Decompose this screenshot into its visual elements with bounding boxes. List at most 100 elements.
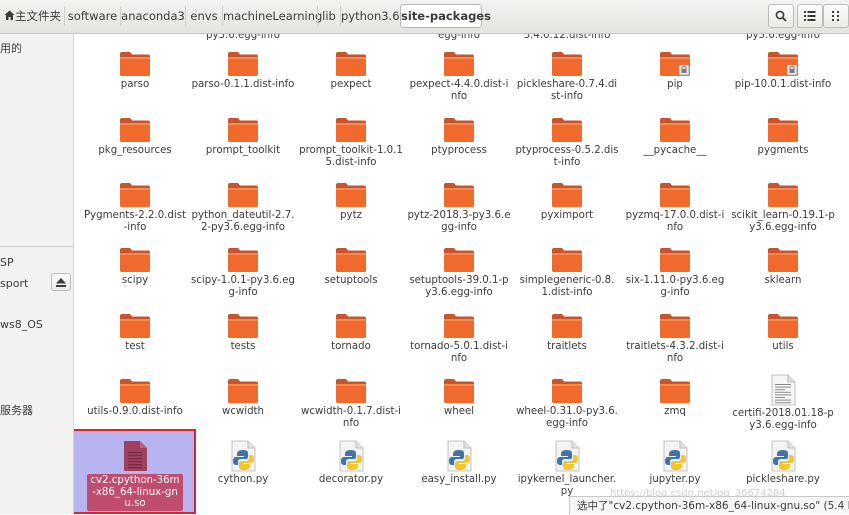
file-label: ptyprocess [431, 145, 487, 156]
sidebar-item-1[interactable]: 用的 [0, 40, 22, 56]
breadcrumb-site-packages[interactable]: site-packages [400, 4, 491, 28]
breadcrumb-machinelearning[interactable]: machineLearning [223, 4, 322, 28]
folder-item[interactable]: traitlets [515, 313, 619, 353]
folder-item[interactable]: tornado [299, 313, 403, 353]
breadcrumb-home[interactable]: 主文件夹 [0, 4, 64, 28]
file-item[interactable]: easy_install.py [407, 440, 511, 486]
folder-item[interactable]: utils [731, 313, 835, 353]
view-toggle-button[interactable] [797, 4, 823, 28]
breadcrumb-python36[interactable]: python3.6 [341, 4, 400, 28]
file-item[interactable]: certifi-2018.01.18-py3.6.egg-info [731, 374, 835, 431]
folder-item[interactable]: pyzmq-17.0.0.dist-info [623, 182, 727, 233]
folder-item[interactable]: pexpect-4.4.0.dist-info [407, 51, 511, 102]
file-label: pyzmq-17.0.0.dist-info [625, 210, 725, 233]
folder-icon [83, 378, 187, 404]
file-label: pexpect [330, 79, 372, 90]
search-button[interactable] [768, 4, 794, 28]
folder-item[interactable]: ptyprocess [407, 117, 511, 157]
folder-item[interactable]: pip-10.0.1.dist-info [731, 51, 835, 91]
file-label: wheel [443, 406, 475, 417]
file-grid: py3.6.egg-info egg-info 3.4.0.12.dist-info… [74, 34, 849, 514]
file-item[interactable]: pickleshare.py [731, 440, 835, 486]
folder-item[interactable]: simplegeneric-0.8.1.dist-info [515, 247, 619, 298]
sidebar-item-2[interactable]: SP [0, 256, 14, 269]
eject-button[interactable] [51, 273, 71, 291]
file-label: traitlets [547, 341, 587, 352]
file-label: scipy [121, 275, 149, 286]
sidebar-item-3[interactable]: sport [0, 277, 28, 290]
folder-item[interactable]: pexpect [299, 51, 403, 91]
folder-item[interactable]: setuptools [299, 247, 403, 287]
partial-item-label[interactable]: egg-info [407, 34, 511, 42]
folder-icon [623, 117, 727, 143]
folder-item[interactable]: test [83, 313, 187, 353]
file-label: traitlets-4.3.2.dist-info [626, 341, 724, 364]
file-label: wheel-0.31.0-py3.6.egg-info [516, 406, 618, 429]
sidebar-item-4[interactable]: ws8_OS [0, 318, 43, 331]
folder-item[interactable]: Pygments-2.2.0.dist-info [83, 182, 187, 233]
sidebar-item-5[interactable]: 服务器 [0, 402, 33, 418]
folder-item[interactable]: scipy [83, 247, 187, 287]
file-item[interactable]: ipykernel_launcher.py [515, 440, 619, 497]
file-item[interactable]: decorator.py [299, 440, 403, 486]
file-label: pickleshare-0.7.4.dist-info [516, 79, 618, 102]
file-label: prompt_toolkit-1.0.15.dist-info [299, 145, 403, 168]
folder-icon [407, 182, 511, 208]
file-label: setuptools [324, 275, 378, 286]
partial-item-label[interactable]: 3.4.0.12.dist-info [515, 34, 619, 42]
folder-item[interactable]: wcwidth-0.1.7.dist-info [299, 378, 403, 429]
folder-item[interactable]: ptyprocess-0.5.2.dist-info [515, 117, 619, 168]
folder-icon [623, 313, 727, 339]
file-label: Pygments-2.2.0.dist-info [83, 210, 187, 233]
folder-item[interactable]: tornado-5.0.1.dist-info [407, 313, 511, 364]
file-label: ptyprocess-0.5.2.dist-info [515, 145, 619, 168]
folder-item[interactable]: scikit_learn-0.19.1-py3.6.egg-info [731, 182, 835, 233]
folder-icon [191, 51, 295, 77]
folder-item[interactable]: pytz-2018.3-py3.6.egg-info [407, 182, 511, 233]
folder-item[interactable]: wheel-0.31.0-py3.6.egg-info [515, 378, 619, 429]
folder-item[interactable]: utils-0.9.0.dist-info [83, 378, 187, 418]
folder-item[interactable]: zmq [623, 378, 727, 418]
breadcrumb-lib[interactable]: lib [318, 4, 340, 28]
folder-icon [515, 247, 619, 273]
folder-item[interactable]: pyximport [515, 182, 619, 222]
file-label: certifi-2018.01.18-py3.6.egg-info [732, 408, 834, 431]
folder-item[interactable]: six-1.11.0-py3.6.egg-info [623, 247, 727, 298]
folder-item[interactable]: python_dateutil-2.7.2-py3.6.egg-info [191, 182, 295, 233]
file-label: sklearn [764, 275, 802, 286]
partial-item-label[interactable]: py3.6.egg-info [731, 34, 835, 42]
file-item[interactable]: cython.py [191, 440, 295, 486]
folder-item[interactable]: scipy-1.0.1-py3.6.egg-info [191, 247, 295, 298]
file-label: ipykernel_launcher.py [517, 474, 617, 497]
folder-icon [83, 247, 187, 273]
folder-item[interactable]: pkg_resources [83, 117, 187, 157]
folder-item[interactable]: pytz [299, 182, 403, 222]
folder-item[interactable]: prompt_toolkit-1.0.15.dist-info [299, 117, 403, 168]
folder-item[interactable]: wheel [407, 378, 511, 418]
folder-item[interactable]: pip [623, 51, 727, 91]
folder-item[interactable]: traitlets-4.3.2.dist-info [623, 313, 727, 364]
folder-item[interactable]: parso [83, 51, 187, 91]
folder-item[interactable]: sklearn [731, 247, 835, 287]
folder-item[interactable]: prompt_toolkit [191, 117, 295, 157]
folder-icon [83, 117, 187, 143]
folder-item[interactable]: __pycache__ [623, 117, 727, 157]
breadcrumb-anaconda3[interactable]: anaconda3 [121, 4, 185, 28]
file-item[interactable]: jupyter.py [623, 440, 727, 486]
folder-item[interactable]: pygments [731, 117, 835, 157]
partial-item-label[interactable]: py3.6.egg-info [191, 34, 295, 42]
menu-icon [832, 11, 839, 21]
folder-item[interactable]: setuptools-39.0.1-py3.6.egg-info [407, 247, 511, 298]
menu-button[interactable] [823, 4, 849, 28]
file-item[interactable]: cv2.cpython-36m-x86_64-linux-gnu.so [83, 440, 187, 511]
folder-item[interactable]: wcwidth [191, 378, 295, 418]
folder-item[interactable]: tests [191, 313, 295, 353]
breadcrumb-software[interactable]: software [65, 4, 120, 28]
eject-icon [56, 277, 66, 287]
folder-item[interactable]: pickleshare-0.7.4.dist-info [515, 51, 619, 102]
folder-item[interactable]: parso-0.1.1.dist-info [191, 51, 295, 91]
file-label: setuptools-39.0.1-py3.6.egg-info [409, 275, 509, 298]
breadcrumb-envs[interactable]: envs [186, 4, 222, 28]
file-label: tornado-5.0.1.dist-info [410, 341, 508, 364]
folder-icon [623, 378, 727, 404]
